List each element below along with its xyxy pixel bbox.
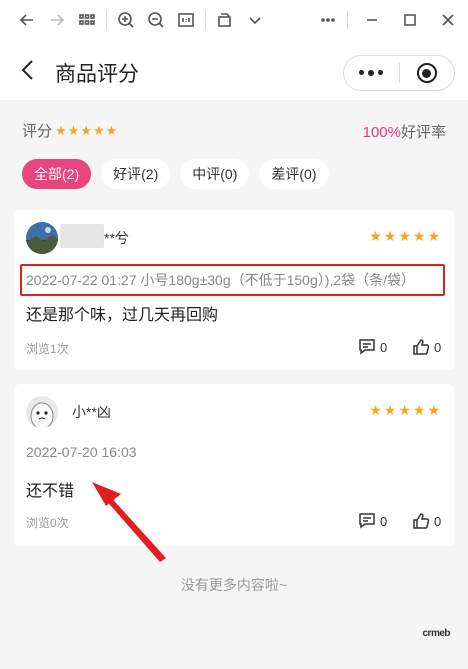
avatar (26, 222, 58, 254)
comment-button[interactable]: 0 (358, 338, 387, 356)
toolbar-divider (205, 11, 206, 29)
back-arrow-icon[interactable] (12, 5, 42, 35)
review-text: 还不错 (26, 483, 75, 500)
filter-all[interactable]: 全部(2) (22, 159, 92, 189)
grid-icon[interactable] (72, 5, 102, 35)
fit-icon[interactable] (171, 5, 201, 35)
like-count: 0 (434, 513, 442, 529)
rotate-icon[interactable] (210, 5, 240, 35)
positive-rate-value: 100% (362, 124, 401, 141)
review-text: 还是那个味，过几天再回购 (26, 307, 219, 324)
comment-count: 0 (380, 513, 388, 529)
comment-icon (359, 513, 375, 529)
view-count: 浏览0次 (26, 516, 69, 530)
like-button[interactable]: 0 (412, 512, 441, 530)
comment-icon (359, 339, 375, 355)
review-content: 评分 ★★★★★ 100%好评率 全部(2) 好评(2) 中评(0) 差评(0)… (0, 100, 468, 669)
review-stars-icon: ★★★★★ (369, 402, 442, 418)
rating-summary: 评分 ★★★★★ (22, 120, 118, 141)
rating-stars-icon: ★★★★★ (55, 122, 119, 138)
review-meta: 2022-07-20 16:03 (26, 444, 137, 460)
positive-rate: 100%好评率 (363, 121, 446, 142)
page-title: 商品评分 (55, 63, 139, 86)
filter-neutral[interactable]: 中评(0) (180, 159, 250, 189)
like-button[interactable]: 0 (412, 338, 441, 356)
comment-button[interactable]: 0 (358, 512, 387, 530)
maximize-icon[interactable] (392, 5, 428, 35)
forward-arrow-icon[interactable] (42, 5, 72, 35)
toolbar-divider (347, 11, 348, 29)
filter-tabs: 全部(2) 好评(2) 中评(0) 差评(0) (22, 159, 329, 189)
review-card: **兮 ★★★★★ 2022-07-22 01:27 小号180g±30g（不低… (14, 210, 454, 370)
target-icon (416, 63, 437, 83)
chevron-down-icon[interactable] (240, 5, 270, 35)
page-header: 商品评分 (0, 40, 468, 100)
brand-logo: crmeb (422, 628, 450, 639)
thumbs-up-icon (413, 339, 430, 355)
more-dots-icon[interactable] (344, 70, 399, 76)
capsule-menu (343, 55, 455, 91)
comment-count: 0 (380, 339, 388, 355)
positive-rate-label: 好评率 (400, 124, 446, 141)
toolbar-divider (106, 11, 107, 29)
rating-label: 评分 (22, 123, 53, 140)
browser-toolbar (0, 0, 468, 40)
reviewer-name: **兮 (104, 230, 129, 246)
zoom-out-icon[interactable] (141, 5, 171, 35)
view-count: 浏览1次 (26, 342, 69, 356)
review-card: 小**凶 ★★★★★ 2022-07-20 16:03 还不错 浏览0次 0 0 (14, 384, 454, 546)
minimize-icon[interactable] (352, 5, 392, 35)
close-miniprogram-button[interactable] (399, 63, 454, 83)
thumbs-up-icon (413, 513, 430, 529)
filter-positive[interactable]: 好评(2) (101, 159, 171, 189)
blurred-name (60, 224, 104, 248)
review-stars-icon: ★★★★★ (369, 228, 442, 244)
review-meta: 2022-07-22 01:27 小号180g±30g（不低于150g）),2袋… (26, 272, 415, 288)
no-more-content: 没有更多内容啦~ (180, 577, 288, 593)
more-icon[interactable] (313, 5, 343, 35)
back-chevron-icon[interactable] (16, 58, 40, 82)
zoom-in-icon[interactable] (111, 5, 141, 35)
like-count: 0 (434, 339, 442, 355)
close-icon[interactable] (428, 5, 468, 35)
avatar (26, 396, 58, 428)
reviewer-name: 小**凶 (72, 404, 111, 420)
filter-negative[interactable]: 差评(0) (259, 159, 329, 189)
